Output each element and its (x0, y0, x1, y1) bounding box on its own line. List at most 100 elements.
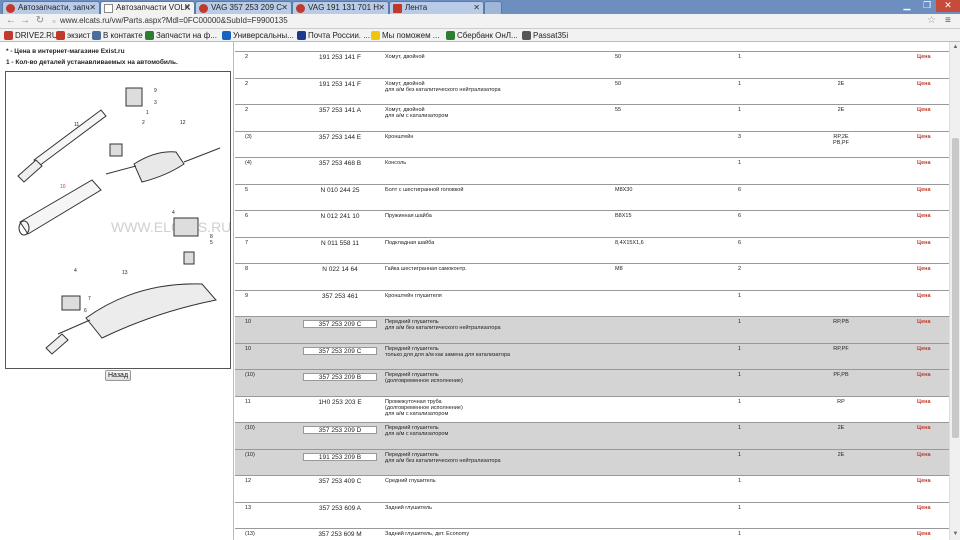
tab-title: Лента (405, 3, 428, 12)
table-row[interactable]: (10) 357 253 209 D Передний глушитель для … (235, 423, 949, 450)
scroll-down-icon[interactable]: ▼ (951, 530, 960, 539)
bookmark-zapchasti[interactable]: Запчасти на ф... (145, 30, 217, 41)
table-row[interactable]: (3) 357 253 144 E Кронштейн 3 RP,2E PB,PF Цен… (235, 132, 949, 158)
table-row[interactable]: 5 N 010 244 25 Болт с шестигранной головко… (235, 185, 949, 211)
price-link[interactable]: Цена (917, 160, 931, 166)
close-window-icon[interactable]: ✕ (936, 0, 960, 12)
part-number[interactable]: N 012 241 10 (303, 213, 377, 220)
price-link[interactable]: Цена (917, 81, 931, 87)
price-link[interactable]: Цена (917, 293, 931, 299)
tab-volkswagen-parts[interactable]: Автозапчасти VOLK ✕ (100, 1, 195, 14)
price-link[interactable]: Цена (917, 187, 931, 193)
price-link[interactable]: Цена (917, 531, 931, 537)
part-spec: B8X15 (615, 213, 632, 219)
table-row[interactable]: (4) 357 253 468 B Консоль 1 Цена (235, 158, 949, 185)
svg-text:11: 11 (74, 122, 79, 128)
part-number[interactable]: 357 253 409 C (303, 478, 377, 485)
price-link[interactable]: Цена (917, 240, 931, 246)
url-input[interactable]: www.elcats.ru/vw/Parts.aspx?Mdl=0FC00000… (60, 15, 920, 27)
bookmark-drive2[interactable]: DRIVE2.RU (4, 30, 58, 41)
part-number[interactable]: 357 253 461 (303, 293, 377, 300)
table-row[interactable]: 2 191 253 141 F Хомут, двойной для а/м без… (235, 79, 949, 105)
maximize-icon[interactable]: ❐ (916, 0, 938, 12)
part-number[interactable]: 191 253 141 F (303, 81, 377, 88)
part-number[interactable]: 357 253 209 D (303, 426, 377, 434)
scroll-up-icon[interactable]: ▲ (951, 43, 960, 52)
part-number[interactable]: N 011 558 11 (303, 240, 377, 247)
part-number[interactable]: 191 253 209 B (303, 452, 377, 461)
price-link[interactable]: Цена (917, 107, 931, 113)
part-number[interactable]: 357 253 144 E (303, 134, 377, 141)
back-arrow-icon[interactable]: ← (5, 15, 17, 27)
scroll-thumb[interactable] (952, 138, 959, 438)
part-number[interactable]: 1H0 253 203 E (303, 399, 377, 406)
part-number[interactable]: 191 253 141 F (303, 54, 377, 61)
table-row[interactable]: (10) 357 253 209 B Передний глушитель (дол… (235, 370, 949, 397)
price-link[interactable]: Цена (917, 452, 931, 458)
close-tab-icon[interactable]: ✕ (281, 2, 288, 14)
price-link[interactable]: Цена (917, 505, 931, 511)
new-tab-button[interactable] (484, 1, 502, 14)
table-row[interactable]: 11 1H0 253 203 E Промежуточная труба (долг… (235, 397, 949, 423)
table-row[interactable]: 9 357 253 461 Кронштейн глушителя 1 Цена (235, 291, 949, 317)
part-number[interactable]: 357 253 468 B (303, 160, 377, 167)
price-link[interactable]: Цена (917, 319, 931, 325)
bookmark-passat35i[interactable]: Passat35i (522, 30, 568, 41)
price-link[interactable]: Цена (917, 346, 931, 352)
close-tab-icon[interactable]: ✕ (89, 2, 96, 14)
part-number[interactable]: 357 253 209 C (303, 320, 377, 328)
exhaust-diagram[interactable]: WWW.ELCATS.RU 9 3 1 2 11 12 10 4 8 5 13 … (5, 71, 231, 369)
forward-arrow-icon[interactable]: → (19, 15, 31, 27)
price-link[interactable]: Цена (917, 425, 931, 431)
part-number[interactable]: 357 253 141 A (303, 107, 377, 114)
table-row[interactable]: 8 N 022 14 64 Гайка шестигранная самоконтр… (235, 264, 949, 291)
close-tab-icon[interactable]: ✕ (378, 2, 385, 14)
reload-icon[interactable]: ↻ (34, 15, 46, 27)
part-number[interactable]: 357 253 609 M (303, 531, 377, 538)
price-link[interactable]: Цена (917, 134, 931, 140)
bookmark-star-icon[interactable]: ☆ (927, 15, 936, 27)
part-number[interactable]: 357 253 209 B (303, 373, 377, 381)
site-favicon-icon (296, 4, 305, 13)
table-row[interactable]: 13 357 253 609 A Задний глушитель 1 Цена (235, 503, 949, 529)
tab-vag-357[interactable]: VAG 357 253 209 C ✕ (195, 1, 292, 14)
back-button[interactable]: Назад (105, 370, 131, 381)
part-model-codes: RP (837, 398, 845, 405)
part-number[interactable]: N 022 14 64 (303, 266, 377, 273)
tab-autoparts[interactable]: Автозапчасти, запч ✕ (2, 1, 100, 14)
bookmark-exist[interactable]: экзист (56, 30, 90, 41)
table-row[interactable]: 2 191 253 141 F Хомут, двойной 50 1 Цена (235, 52, 949, 79)
price-link[interactable]: Цена (917, 266, 931, 272)
vertical-scrollbar[interactable]: ▲ ▼ (949, 42, 960, 540)
bookmark-pochta[interactable]: Почта России. ... (297, 30, 370, 41)
price-link[interactable]: Цена (917, 399, 931, 405)
table-row[interactable]: 10 357 253 209 C Передний глушитель для а/… (235, 317, 949, 344)
table-row[interactable]: (10) 191 253 209 B Передний глушитель для … (235, 449, 949, 476)
table-row[interactable]: 2 357 253 141 A Хомут, двойной для а/м с к… (235, 105, 949, 132)
menu-icon[interactable]: ≡ (945, 15, 951, 27)
bookmark-sberbank[interactable]: Сбербанк ОнЛ... (446, 30, 518, 41)
bookmark-pomozhem[interactable]: Мы поможем ... (371, 30, 439, 41)
price-link[interactable]: Цена (917, 54, 931, 60)
bookmark-vkontakte[interactable]: В контакте (92, 30, 143, 41)
svg-text:3: 3 (154, 100, 157, 106)
price-link[interactable]: Цена (917, 213, 931, 219)
table-row[interactable]: 6 N 012 241 10 Пружинная шайба B8X15 6 Цена (235, 211, 949, 238)
tab-lenta[interactable]: Лента ✕ (389, 1, 484, 14)
minimize-icon[interactable]: ▁ (896, 0, 918, 12)
table-row[interactable]: 12 357 253 409 C Средний глушитель 1 Цена (235, 476, 949, 503)
price-link[interactable]: Цена (917, 478, 931, 484)
svg-text:1: 1 (146, 110, 149, 116)
table-row[interactable]: 7 N 011 558 11 Подкладная шайба 8,4X15X1,6 6… (235, 238, 949, 264)
close-tab-icon[interactable]: ✕ (473, 2, 480, 14)
part-number[interactable]: 357 253 609 A (303, 505, 377, 512)
table-row[interactable]: 10 357 253 209 C Передний глушитель только… (235, 343, 949, 370)
close-tab-icon[interactable]: ✕ (184, 2, 191, 14)
part-number[interactable]: N 010 244 25 (303, 187, 377, 194)
tab-title: VAG 191 131 701 H (308, 3, 380, 12)
price-link[interactable]: Цена (917, 372, 931, 378)
tab-vag-191[interactable]: VAG 191 131 701 H ✕ (292, 1, 389, 14)
part-number[interactable]: 357 253 209 C (303, 346, 377, 355)
table-row[interactable]: (13) 357 253 609 M Задний глушитель, дет. … (235, 529, 949, 540)
bookmark-universal[interactable]: Универсальны... (222, 30, 294, 41)
